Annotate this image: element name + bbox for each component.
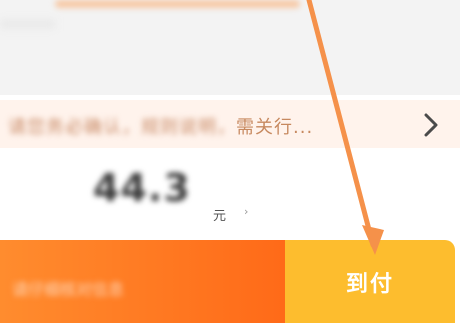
notice-text: 请您务必确认，规则说明，需关行... (8, 113, 313, 139)
price-detail-icon[interactable]: › (244, 205, 248, 218)
chevron-right-icon[interactable] (416, 110, 446, 140)
top-area (0, 0, 460, 95)
notice-blurred-text: 请您务必确认，规则说明， (8, 117, 236, 138)
bottom-bar-info: 请仔细核对信息 (12, 280, 125, 299)
price-unit: 元 (213, 209, 227, 224)
notice-visible-text: 需关行... (236, 117, 314, 138)
pay-on-delivery-button[interactable]: 到付 (285, 240, 455, 323)
blurred-top-element (55, 0, 300, 8)
price-value: 44.3 (93, 166, 191, 210)
blurred-top-text (0, 20, 55, 28)
